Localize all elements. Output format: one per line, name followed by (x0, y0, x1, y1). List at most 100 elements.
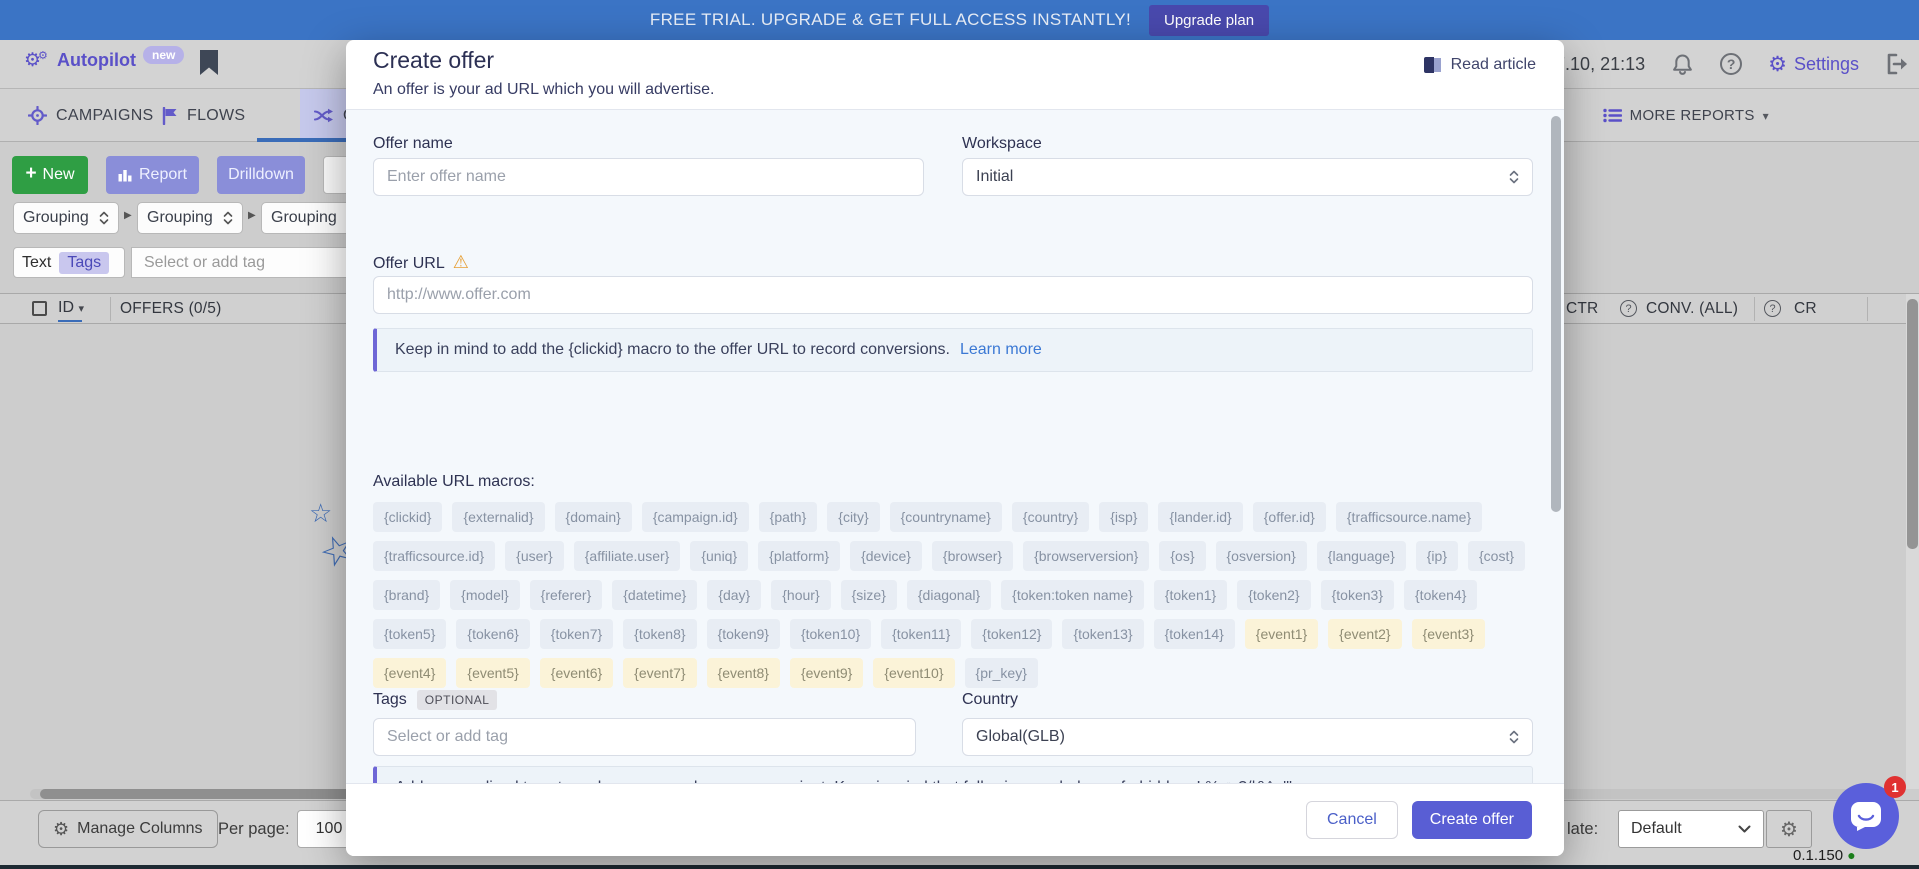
macro-chip[interactable]: {isp} (1099, 502, 1148, 532)
macro-chip[interactable]: {hour} (771, 580, 830, 610)
macro-chip[interactable]: {day} (707, 580, 761, 610)
macro-chip[interactable]: {referer} (530, 580, 603, 610)
select-all-checkbox[interactable] (32, 301, 47, 316)
bookmark-icon[interactable] (200, 50, 218, 75)
macro-chip[interactable]: {device} (850, 541, 922, 571)
template-select[interactable]: Default (1618, 810, 1764, 848)
macro-chip[interactable]: {offer.id} (1253, 502, 1326, 532)
macro-chip[interactable]: {token12} (971, 619, 1052, 649)
macro-chip[interactable]: {browserversion} (1023, 541, 1149, 571)
vertical-scrollbar[interactable] (1906, 294, 1919, 789)
tags-input[interactable] (373, 718, 916, 756)
macro-chip[interactable]: {event6} (540, 658, 613, 688)
macro-chip[interactable]: {event1} (1245, 619, 1318, 649)
drilldown-button[interactable]: Drilldown (217, 156, 305, 194)
more-reports-button[interactable]: MORE REPORTS ▾ (1603, 89, 1769, 142)
macro-chip[interactable]: {token2} (1237, 580, 1310, 610)
macro-chip[interactable]: {token1} (1154, 580, 1227, 610)
column-cr[interactable]: CR (1794, 300, 1817, 318)
macro-chip[interactable]: {cost} (1468, 541, 1525, 571)
read-article-link[interactable]: Read article (1424, 56, 1536, 74)
macro-chip[interactable]: {token7} (540, 619, 613, 649)
macro-chip[interactable]: {city} (827, 502, 879, 532)
settings-button[interactable]: ⚙ Settings (1768, 54, 1859, 75)
column-id[interactable]: ID ▾ (58, 299, 84, 317)
tab-flows[interactable]: FLOWS (148, 89, 259, 142)
tags-mode-toggle[interactable]: Tags (59, 252, 109, 274)
offer-name-input[interactable] (373, 158, 924, 196)
macro-chip[interactable]: {token10} (790, 619, 871, 649)
tab-campaigns[interactable]: CAMPAIGNS (14, 89, 168, 142)
new-button[interactable]: + New (12, 156, 88, 194)
macro-chip[interactable]: {model} (450, 580, 519, 610)
column-offers[interactable]: OFFERS (0/5) (120, 300, 221, 318)
macro-chip[interactable]: {token9} (707, 619, 780, 649)
column-ctr[interactable]: CTR (1566, 300, 1598, 318)
macro-chip[interactable]: {event2} (1328, 619, 1401, 649)
modal-scrollbar[interactable] (1551, 114, 1561, 852)
macro-chip[interactable]: {campaign.id} (642, 502, 749, 532)
macro-chip[interactable]: {os} (1159, 541, 1205, 571)
macro-chip[interactable]: {token13} (1062, 619, 1143, 649)
macro-chip[interactable]: {externalid} (452, 502, 544, 532)
macro-chip[interactable]: {trafficsource.name} (1336, 502, 1482, 532)
create-offer-button[interactable]: Create offer (1412, 801, 1532, 839)
macro-chip[interactable]: {path} (759, 502, 818, 532)
macro-chip[interactable]: {token11} (881, 619, 961, 649)
macro-chip[interactable]: {size} (841, 580, 897, 610)
learn-more-link[interactable]: Learn more (960, 341, 1042, 359)
logout-icon[interactable] (1885, 52, 1911, 76)
manage-columns-button[interactable]: ⚙ Manage Columns (38, 810, 218, 848)
help-circle-icon[interactable]: ? (1764, 300, 1781, 317)
macro-chip[interactable]: {affiliate.user} (574, 541, 681, 571)
help-circle-icon[interactable]: ? (1620, 300, 1637, 317)
workspace-select[interactable]: Initial (962, 158, 1533, 196)
macro-chip[interactable]: {pr_key} (965, 658, 1038, 688)
macro-chip[interactable]: {diagonal} (907, 580, 991, 610)
macro-chip[interactable]: {trafficsource.id} (373, 541, 495, 571)
country-select[interactable]: Global(GLB) (962, 718, 1533, 756)
macro-chip[interactable]: {token5} (373, 619, 446, 649)
column-conv-all[interactable]: CONV. (ALL) (1646, 300, 1738, 318)
macro-chip[interactable]: {token8} (623, 619, 696, 649)
offer-url-input[interactable] (373, 276, 1533, 314)
macro-chip[interactable]: {uniq} (690, 541, 748, 571)
macro-chip[interactable]: {event5} (456, 658, 529, 688)
text-mode-toggle[interactable]: Text (22, 254, 51, 272)
macro-chip[interactable]: {token14} (1154, 619, 1235, 649)
macro-chip[interactable]: {brand} (373, 580, 440, 610)
macro-chip[interactable]: {user} (505, 541, 564, 571)
upgrade-plan-button[interactable]: Upgrade plan (1149, 5, 1269, 36)
macro-chip[interactable]: {clickid} (373, 502, 442, 532)
macro-chip[interactable]: {token6} (456, 619, 529, 649)
grouping-select-2[interactable]: Grouping (137, 202, 243, 234)
macro-chip[interactable]: {ip} (1416, 541, 1458, 571)
macro-chip[interactable]: {datetime} (612, 580, 697, 610)
help-icon[interactable]: ? (1720, 53, 1742, 75)
grouping-select-1[interactable]: Grouping (13, 202, 119, 234)
macro-chip[interactable]: {domain} (555, 502, 632, 532)
macro-chip[interactable]: {event3} (1412, 619, 1485, 649)
macro-chip[interactable]: {lander.id} (1158, 502, 1242, 532)
report-button[interactable]: Report (106, 156, 199, 194)
macro-chip[interactable]: {browser} (932, 541, 1013, 571)
macro-chip[interactable]: {event4} (373, 658, 446, 688)
macro-chip[interactable]: {countryname} (890, 502, 1002, 532)
macro-chip[interactable]: {token3} (1321, 580, 1394, 610)
autopilot-link[interactable]: ⚙⚙ Autopilot new (24, 50, 184, 71)
macro-chip[interactable]: {event9} (790, 658, 863, 688)
modal-scrollbar-thumb[interactable] (1551, 116, 1561, 512)
macro-chip[interactable]: {event7} (623, 658, 696, 688)
vertical-scrollbar-thumb[interactable] (1907, 299, 1918, 549)
macro-chip[interactable]: {country} (1012, 502, 1089, 532)
macro-chip[interactable]: {token4} (1404, 580, 1477, 610)
macro-chip[interactable]: {token:token name} (1001, 580, 1144, 610)
macro-chip[interactable]: {osversion} (1216, 541, 1307, 571)
template-settings-button[interactable]: ⚙ (1766, 810, 1812, 848)
macro-chip[interactable]: {event10} (873, 658, 954, 688)
macro-chip[interactable]: {event8} (707, 658, 780, 688)
macro-chip[interactable]: {language} (1317, 541, 1406, 571)
notifications-bell-icon[interactable] (1671, 52, 1694, 76)
cancel-button[interactable]: Cancel (1306, 801, 1398, 839)
macro-chip[interactable]: {platform} (758, 541, 840, 571)
